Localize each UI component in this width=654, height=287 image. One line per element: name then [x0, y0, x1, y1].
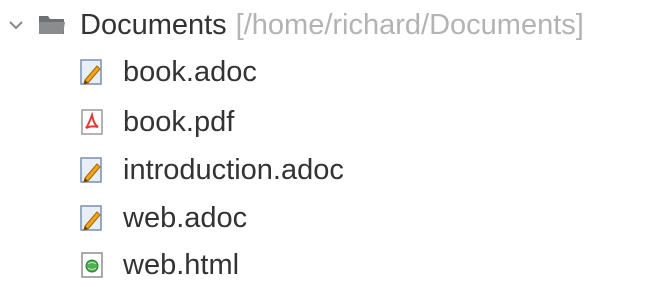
chevron-down-icon[interactable] [4, 13, 28, 37]
text-edit-icon [78, 203, 106, 233]
tree-item-web-adoc[interactable]: web.adoc [78, 196, 247, 240]
tree-item-book-adoc[interactable]: book.adoc [78, 50, 257, 94]
html-file-icon [78, 250, 106, 280]
folder-label: Documents [80, 9, 227, 41]
file-name: book.pdf [123, 106, 235, 138]
folder-icon [38, 13, 68, 37]
tree-root-documents[interactable]: Documents [/home/richard/Documents] [4, 3, 584, 47]
file-name: book.adoc [123, 56, 257, 88]
file-tree: Documents [/home/richard/Documents] book… [0, 0, 654, 282]
pdf-icon [78, 107, 106, 137]
folder-path: [/home/richard/Documents] [235, 9, 584, 41]
text-edit-icon [78, 57, 106, 87]
tree-item-introduction-adoc[interactable]: introduction.adoc [78, 148, 344, 192]
file-name: web.adoc [123, 202, 248, 234]
file-name: web.html [123, 249, 240, 281]
file-name: introduction.adoc [123, 154, 344, 186]
tree-item-book-pdf[interactable]: book.pdf [78, 100, 234, 144]
tree-item-web-html[interactable]: web.html [78, 243, 239, 287]
text-edit-icon [78, 155, 106, 185]
